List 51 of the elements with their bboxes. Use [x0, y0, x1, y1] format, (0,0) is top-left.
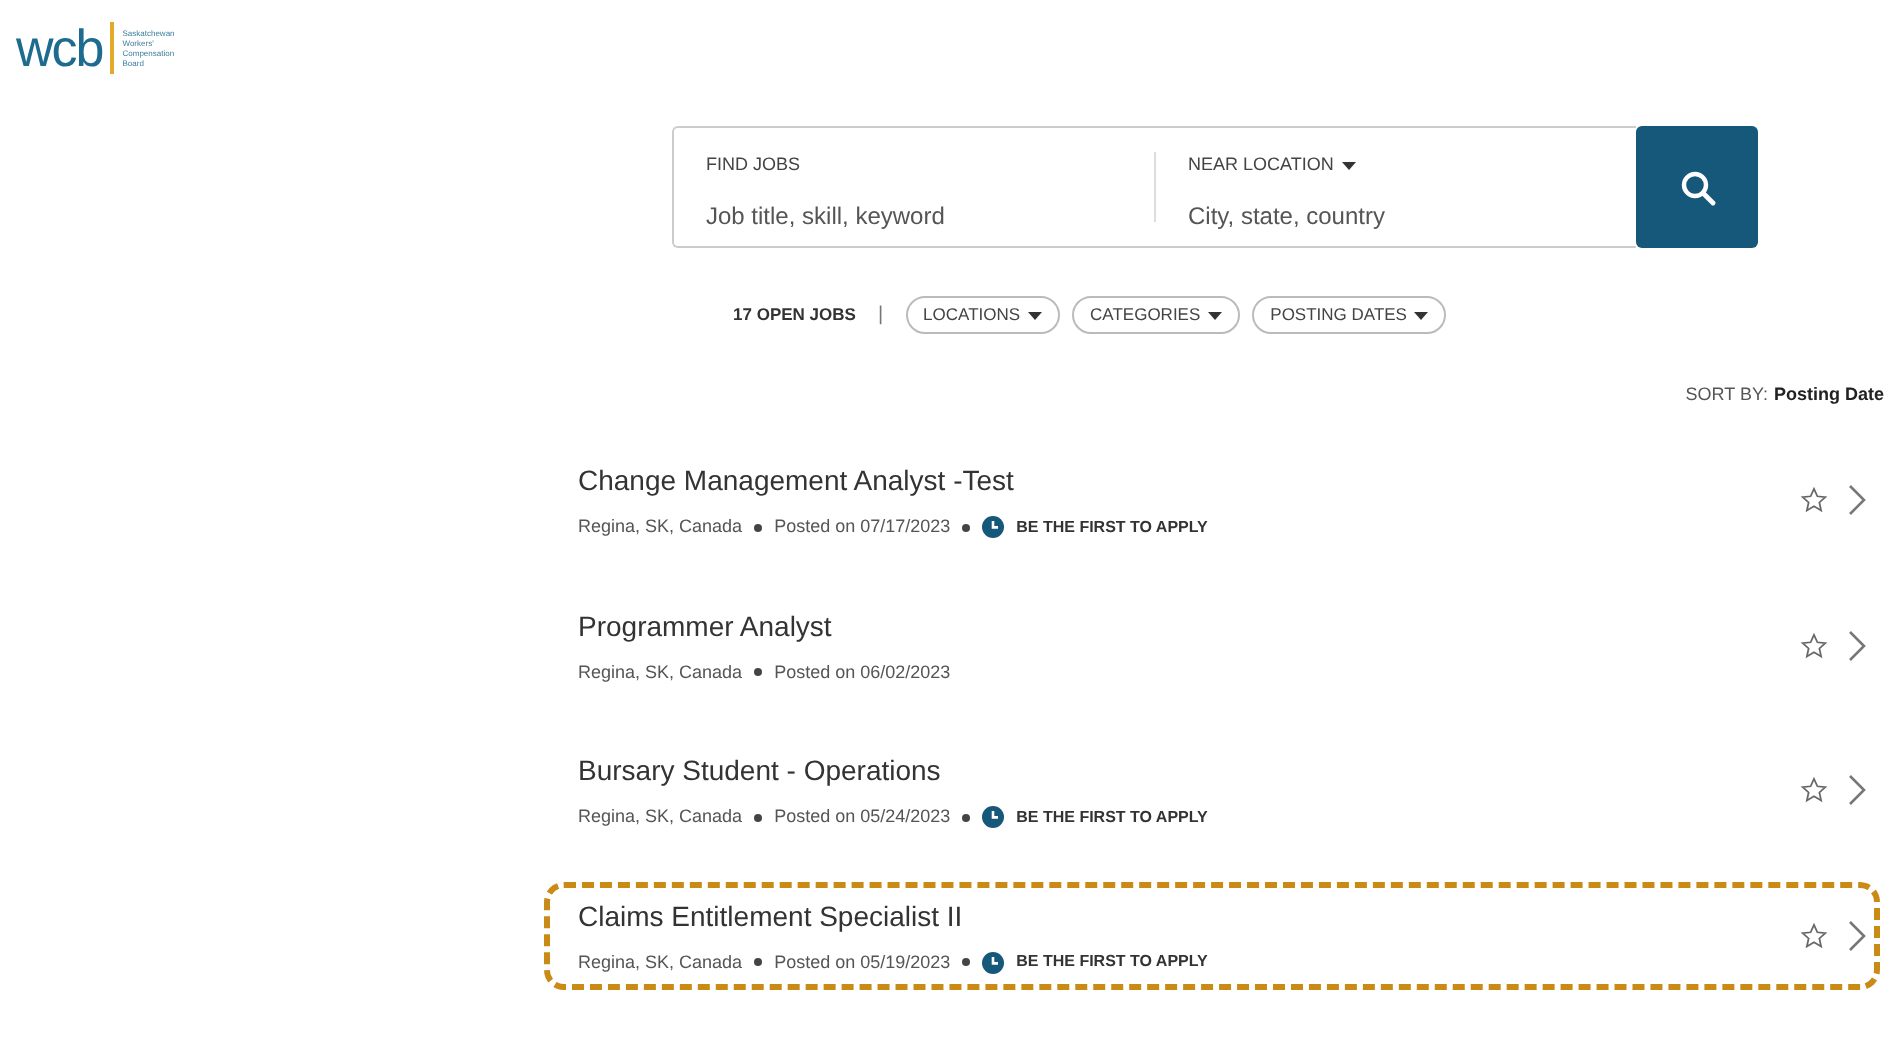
- clock-icon: [982, 806, 1005, 829]
- star-icon[interactable]: [1800, 921, 1828, 950]
- field-label: FIND JOBS: [706, 152, 803, 178]
- star-icon[interactable]: [1800, 776, 1828, 805]
- chevron-right-icon[interactable]: [1848, 774, 1866, 807]
- filter-button[interactable]: POSTING DATES: [1252, 296, 1447, 333]
- location-dropdown[interactable]: NEAR LOCATION: [1188, 152, 1604, 179]
- job-title-link[interactable]: Bursary Student - Operations: [578, 750, 1800, 792]
- filter-button[interactable]: LOCATIONS: [905, 296, 1061, 333]
- input-field[interactable]: City, state, country: [1188, 197, 1588, 233]
- clock-icon: [982, 516, 1005, 539]
- separator: |: [877, 301, 884, 330]
- job-title-link[interactable]: Programmer Analyst: [578, 605, 1800, 647]
- posted-date: Posted on 05/24/2023: [774, 804, 951, 830]
- caret-icon: [1208, 311, 1223, 320]
- bullet-icon: [754, 523, 763, 532]
- job-title-link[interactable]: Change Management Analyst -Test: [578, 460, 1800, 502]
- logo-link[interactable]: wcb: [16, 22, 103, 74]
- apply-note-label: BE THE FIRST TO APPLY: [1016, 950, 1208, 975]
- bullet-icon: [962, 523, 971, 532]
- search-icon: [1679, 169, 1715, 205]
- apply-note-label: BE THE FIRST TO APPLY: [1016, 515, 1208, 540]
- caret-icon: [1341, 161, 1356, 170]
- sort-label: SORT BY:: [1685, 381, 1768, 407]
- clock-icon: [982, 951, 1005, 974]
- search-button[interactable]: [1636, 126, 1758, 248]
- chevron-right-icon[interactable]: [1848, 629, 1866, 662]
- bullet-icon: [754, 668, 763, 677]
- input-field[interactable]: Job title, skill, keyword: [706, 197, 1106, 233]
- posted-date: Posted on 06/02/2023: [774, 659, 951, 685]
- posted-date: Posted on 07/17/2023: [774, 514, 951, 540]
- job-location: Regina, SK, Canada: [578, 804, 743, 830]
- posted-date: Posted on 05/19/2023: [774, 949, 951, 975]
- filter-button[interactable]: CATEGORIES: [1072, 296, 1241, 333]
- bullet-icon: [962, 958, 971, 967]
- job-title-link[interactable]: Claims Entitlement Specialist II: [578, 895, 1800, 937]
- chevron-right-icon[interactable]: [1848, 919, 1866, 952]
- chevron-right-icon[interactable]: [1848, 484, 1866, 517]
- apply-note-label: BE THE FIRST TO APPLY: [1016, 805, 1208, 830]
- bullet-icon: [962, 813, 971, 822]
- job-location: Regina, SK, Canada: [578, 949, 743, 976]
- star-icon[interactable]: [1800, 631, 1828, 660]
- job-count: 17 OPEN JOBS: [733, 301, 856, 328]
- sort-dropdown[interactable]: Posting Date: [1773, 381, 1884, 408]
- star-icon[interactable]: [1800, 486, 1828, 515]
- job-location: Regina, SK, Canada: [578, 514, 743, 540]
- caret-icon: [1028, 311, 1043, 320]
- caret-icon: [1414, 311, 1429, 320]
- bullet-icon: [754, 813, 763, 822]
- job-location: Regina, SK, Canada: [578, 659, 743, 686]
- bullet-icon: [754, 958, 763, 967]
